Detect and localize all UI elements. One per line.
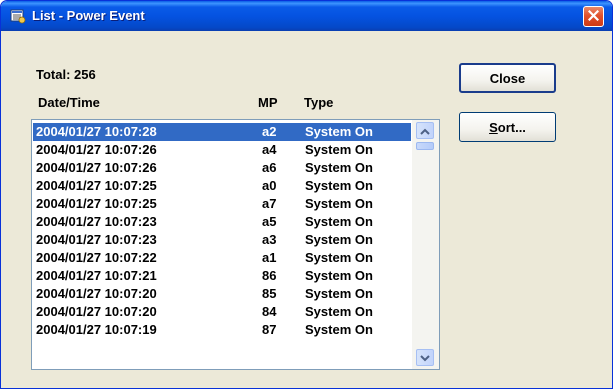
cell-datetime: 2004/01/27 10:07:23 <box>36 214 157 229</box>
column-header-type: Type <box>304 95 334 110</box>
cell-type: System On <box>305 124 373 139</box>
scroll-thumb[interactable] <box>416 142 434 150</box>
list-item[interactable]: 2004/01/27 10:07:25 a7 System On <box>33 195 411 213</box>
cell-mp: a5 <box>262 214 277 229</box>
cell-datetime: 2004/01/27 10:07:28 <box>36 124 157 139</box>
cell-mp: 87 <box>262 322 277 337</box>
column-header-datetime: Date/Time <box>38 95 100 110</box>
cell-type: System On <box>305 268 373 283</box>
window-close-button[interactable] <box>583 6 604 27</box>
list-item[interactable]: 2004/01/27 10:07:28 a2 System On <box>33 123 411 141</box>
cell-type: System On <box>305 286 373 301</box>
list-item[interactable]: 2004/01/27 10:07:19 87 System On <box>33 321 411 339</box>
list-app-icon <box>10 8 26 24</box>
total-label: Total: <box>36 67 71 82</box>
cell-datetime: 2004/01/27 10:07:21 <box>36 268 157 283</box>
list-item[interactable]: 2004/01/27 10:07:20 84 System On <box>33 303 411 321</box>
cell-datetime: 2004/01/27 10:07:20 <box>36 286 157 301</box>
cell-mp: a7 <box>262 196 277 211</box>
cell-mp: a4 <box>262 142 277 157</box>
cell-datetime: 2004/01/27 10:07:22 <box>36 250 157 265</box>
cell-datetime: 2004/01/27 10:07:26 <box>36 142 157 157</box>
sort-button[interactable]: Sort... <box>459 112 556 142</box>
list-item[interactable]: 2004/01/27 10:07:26 a6 System On <box>33 159 411 177</box>
cell-type: System On <box>305 250 373 265</box>
cell-mp: a2 <box>262 124 277 139</box>
arrow-up-icon <box>420 122 430 140</box>
list-item[interactable]: 2004/01/27 10:07:26 a4 System On <box>33 141 411 159</box>
sort-button-label: Sort... <box>489 119 526 135</box>
cell-datetime: 2004/01/27 10:07:23 <box>36 232 157 247</box>
cell-mp: a0 <box>262 178 277 193</box>
window-title: List - Power Event <box>32 8 145 23</box>
cell-datetime: 2004/01/27 10:07:25 <box>36 178 157 193</box>
cell-datetime: 2004/01/27 10:07:25 <box>36 196 157 211</box>
cell-datetime: 2004/01/27 10:07:26 <box>36 160 157 175</box>
cell-type: System On <box>305 142 373 157</box>
list-item[interactable]: 2004/01/27 10:07:21 86 System On <box>33 267 411 285</box>
vertical-scrollbar[interactable] <box>412 120 439 369</box>
arrow-down-icon <box>420 349 430 367</box>
total-value: 256 <box>74 67 96 82</box>
list-item[interactable]: 2004/01/27 10:07:23 a3 System On <box>33 231 411 249</box>
column-header-mp: MP <box>258 95 278 110</box>
cell-mp: 85 <box>262 286 277 301</box>
cell-datetime: 2004/01/27 10:07:20 <box>36 304 157 319</box>
list-item[interactable]: 2004/01/27 10:07:25 a0 System On <box>33 177 411 195</box>
cell-type: System On <box>305 196 373 211</box>
list-item[interactable]: 2004/01/27 10:07:20 85 System On <box>33 285 411 303</box>
scroll-up-button[interactable] <box>416 122 434 139</box>
total-count-label: Total: 256 <box>36 67 96 82</box>
cell-mp: 84 <box>262 304 277 319</box>
cell-type: System On <box>305 178 373 193</box>
list-rows: 2004/01/27 10:07:28 a2 System On 2004/01/27… <box>33 123 411 339</box>
cell-type: System On <box>305 214 373 229</box>
title-bar[interactable]: List - Power Event <box>1 1 612 31</box>
scroll-down-button[interactable] <box>416 349 434 366</box>
cell-mp: a1 <box>262 250 277 265</box>
cell-type: System On <box>305 322 373 337</box>
cell-type: System On <box>305 232 373 247</box>
cell-mp: a3 <box>262 232 277 247</box>
list-item[interactable]: 2004/01/27 10:07:22 a1 System On <box>33 249 411 267</box>
power-event-dialog: List - Power Event Total: 256 Date/Time … <box>0 0 613 389</box>
close-icon <box>587 8 600 26</box>
cell-mp: a6 <box>262 160 277 175</box>
cell-type: System On <box>305 304 373 319</box>
cell-datetime: 2004/01/27 10:07:19 <box>36 322 157 337</box>
cell-mp: 86 <box>262 268 277 283</box>
power-event-list[interactable]: 2004/01/27 10:07:28 a2 System On 2004/01/27… <box>31 119 440 370</box>
close-button[interactable]: Close <box>459 63 556 93</box>
list-item[interactable]: 2004/01/27 10:07:23 a5 System On <box>33 213 411 231</box>
cell-type: System On <box>305 160 373 175</box>
